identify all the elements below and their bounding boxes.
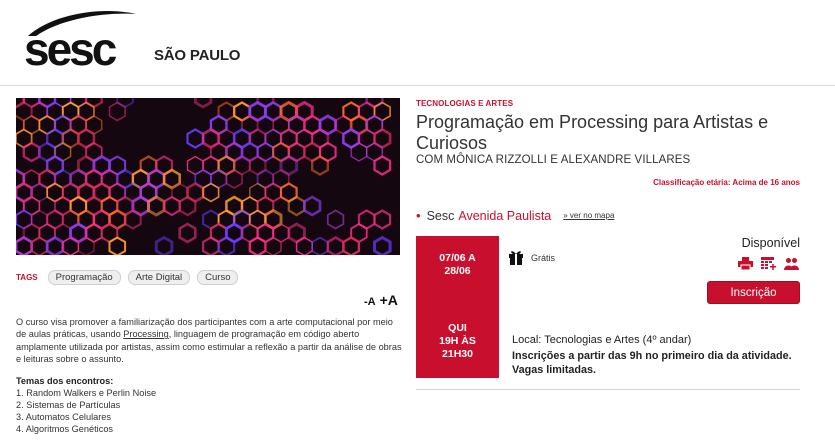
event-category[interactable]: TECNOLOGIAS E ARTES [416,99,513,108]
hexagon-shape [264,236,282,255]
hexagon-shape [295,236,313,255]
hexagon-shape [16,98,26,109]
hexagon-shape [202,182,220,203]
availability-status: Disponível [741,236,800,250]
dates-line: 28/06 [444,265,471,277]
tag-programacao[interactable]: Programação [47,269,121,285]
themes-title: Temas dos encontros: [16,376,114,386]
hexagon-shape [178,222,197,244]
event-subtitle: COM MÔNICA RIZZOLLI E ALEXANDRE VILLARES [416,154,691,166]
time-line: 21H30 [442,348,473,360]
processing-link[interactable]: Processing [123,329,168,339]
theme-item: 1. Random Walkers e Perlin Noise [16,388,157,398]
hexagon-shape [303,195,322,217]
hexagon-shape [311,155,329,176]
event-location: Local: Tecnologias e Artes (4º andar) [512,334,692,346]
date-box: 07/06 A 28/06 QUI 19H ÀS 21H30 [416,236,499,378]
hexagon-shape [163,195,181,217]
hexagon-shape [225,169,243,189]
price-label: Grátis [531,253,556,263]
hexagon-shape [178,195,197,217]
event-banner-image [16,98,400,255]
hexagon-shape [30,236,49,255]
themes-list: Temas dos encontros: 1. Random Walkers e… [16,375,156,435]
dates-line: 07/06 A [439,252,476,264]
hexagon-shape [186,128,205,149]
hexagon-shape [248,236,267,255]
hexagon-shape [147,195,166,217]
unit-prefix: Sesc [426,208,455,223]
hexagon-shape [54,98,72,108]
hexagon-shape [77,236,95,255]
hexagon-shape [16,235,33,255]
share-people-icon[interactable] [784,257,799,270]
registration-notice: Inscrições a partir das 9h no primeiro d… [512,350,792,376]
hexagon-shape [22,141,41,163]
bullet-icon: • [416,208,421,223]
logo-region: SÃO PAULO [154,47,241,64]
hexagon-shape [69,98,87,108]
hexagon-shape [124,209,142,230]
hexagon-shape [22,98,41,109]
hexagon-shape [108,101,126,122]
theme-item: 3. Automatos Celulares [16,412,111,422]
decrease-font-button[interactable]: -A [364,296,376,308]
hexagon-shape [84,98,103,109]
hexagon-shape [38,98,57,109]
hexagon-shape [311,236,329,255]
hexagon-shape [373,209,392,230]
hexagon-shape [326,236,345,255]
hexagon-shape [193,98,213,109]
sesc-logo[interactable]: sesc [22,8,142,75]
age-rating: Classificação etária: Acima de 16 anos [653,178,800,187]
theme-item: 2. Sistemas de Partículas [16,400,121,410]
hexagon-shape [342,236,361,255]
view-map-link[interactable]: » ver no mapa [563,211,614,220]
time-line: QUI [448,322,467,334]
hexagon-shape [326,209,345,230]
divider [416,389,800,390]
event-description: O curso visa promover a familiarização d… [16,316,404,365]
hexagon-shape [45,235,65,255]
time-line: 19H ÀS [439,335,476,347]
print-icon[interactable] [738,257,753,271]
calendar-add-icon[interactable] [761,257,776,270]
hexagon-shape [350,142,368,162]
gift-icon [509,251,523,265]
event-title: Programação em Processing para Artistas … [416,112,769,153]
theme-item: 4. Algoritmos Genéticos [16,424,114,434]
unit-name-link[interactable]: Avenida Paulista [458,209,551,223]
event-unit: • Sesc Avenida Paulista » ver no mapa [416,208,614,223]
action-icons [738,257,799,271]
site-header: sesc SÃO PAULO [0,0,835,86]
hexagon-shape [373,235,392,255]
hexagon-shape [62,236,80,255]
event-times: QUI 19H ÀS 21H30 [416,322,499,361]
hexagon-shape [116,98,134,109]
hexagon-shape [201,236,220,255]
hexagon-shape [287,195,306,217]
tags-label: TAGS [16,272,38,282]
hexagon-shape [373,155,392,176]
tag-arte-digital[interactable]: Arte Digital [127,269,191,285]
register-button[interactable]: Inscrição [707,281,800,304]
tag-curso[interactable]: Curso [197,269,239,285]
font-size-controls: -A +A [364,292,398,310]
tags-bar: TAGS Programação Arte Digital Curso [16,269,245,285]
hexagon-shape [217,236,236,255]
event-dates: 07/06 A 28/06 [416,252,499,278]
hexagon-art-image [16,98,392,255]
hexagon-shape [365,98,384,109]
hexagon-shape [154,235,174,255]
increase-font-button[interactable]: +A [380,292,398,308]
logo-wordmark: sesc [24,23,117,75]
hexagon-shape [108,236,127,255]
